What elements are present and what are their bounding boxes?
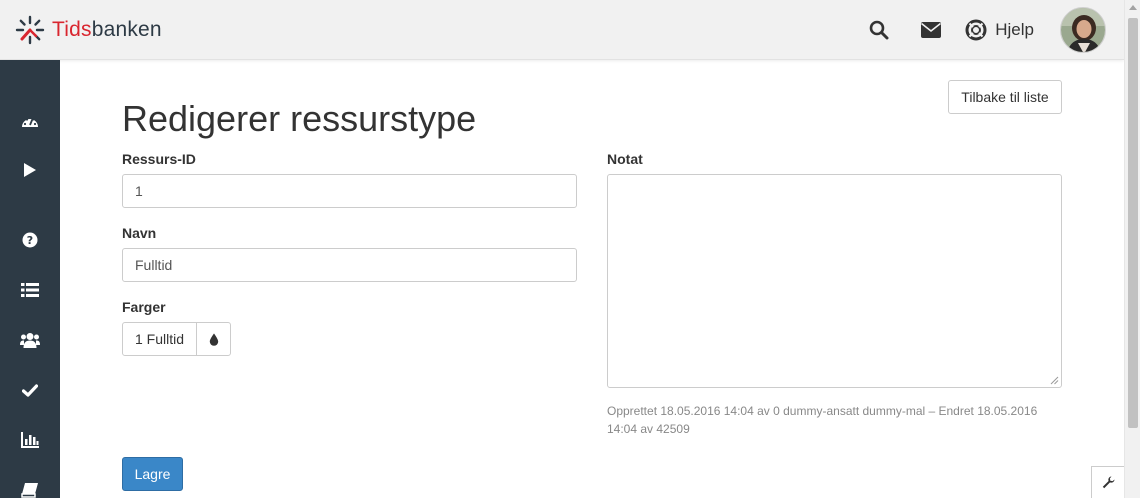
book-icon: [21, 483, 38, 498]
user-avatar[interactable]: [1060, 6, 1106, 53]
note-label: Notat: [607, 151, 643, 167]
audit-metadata: Opprettet 18.05.2016 14:04 av 0 dummy-an…: [607, 404, 1038, 436]
svg-text:?: ?: [27, 234, 33, 247]
colors-select[interactable]: 1 Fulltid: [122, 322, 232, 356]
color-picker-button[interactable]: [197, 323, 230, 355]
tint-icon: [209, 333, 218, 346]
resource-id-label: Ressurs-ID: [122, 151, 196, 167]
check-icon: [22, 383, 38, 397]
sidebar-item-list[interactable]: [0, 270, 60, 310]
top-navbar: Tidsbanken Hjelp: [0, 0, 1124, 60]
tools-button[interactable]: [1091, 466, 1124, 498]
name-field[interactable]: Fulltid: [122, 248, 577, 282]
brand-logo[interactable]: Tidsbanken: [14, 14, 162, 46]
back-to-list-button[interactable]: Tilbake til liste: [948, 80, 1062, 114]
resize-grip-icon[interactable]: [1050, 376, 1059, 385]
play-icon: [24, 163, 36, 177]
sidebar-item-help[interactable]: ?: [0, 220, 60, 260]
question-icon: ?: [22, 232, 38, 248]
logo-mark-icon: [15, 15, 45, 44]
users-icon: [20, 333, 40, 348]
name-value: Fulltid: [135, 257, 173, 273]
note-textarea[interactable]: [607, 174, 1062, 388]
page-scrollbar[interactable]: [1124, 0, 1140, 498]
scroll-thumb[interactable]: [1128, 18, 1138, 428]
sidebar-item-dashboard[interactable]: [0, 102, 60, 142]
wrench-icon: [1102, 476, 1114, 489]
dashboard-icon: [22, 118, 38, 127]
save-button[interactable]: Lagre: [122, 457, 183, 491]
sidebar: ?: [0, 60, 60, 498]
sidebar-item-users[interactable]: [0, 320, 60, 360]
brand-name-part2: banken: [91, 17, 162, 41]
sidebar-item-book[interactable]: [0, 470, 60, 498]
top-actions: Hjelp: [847, 6, 1106, 53]
life-ring-icon: [965, 19, 987, 40]
sidebar-item-reports[interactable]: [0, 420, 60, 460]
sidebar-item-check[interactable]: [0, 370, 60, 410]
brand-name: Tidsbanken: [52, 18, 162, 42]
brand-name-part1: Tids: [52, 17, 92, 41]
bar-chart-icon: [21, 432, 39, 448]
resource-id-value: 1: [135, 183, 143, 199]
help-label: Hjelp: [995, 19, 1034, 39]
colors-label: Farger: [122, 299, 166, 315]
colors-selected-value: 1 Fulltid: [123, 323, 198, 355]
page-title: Redigerer ressurstype: [122, 98, 477, 139]
envelope-icon[interactable]: [911, 10, 951, 50]
sidebar-item-play[interactable]: [0, 150, 60, 190]
help-link[interactable]: Hjelp: [965, 19, 1034, 41]
list-icon: [21, 283, 39, 297]
search-icon[interactable]: [859, 10, 899, 50]
resource-id-field[interactable]: 1: [122, 174, 577, 208]
scroll-up-arrow-icon[interactable]: [1129, 5, 1137, 10]
name-label: Navn: [122, 225, 157, 241]
